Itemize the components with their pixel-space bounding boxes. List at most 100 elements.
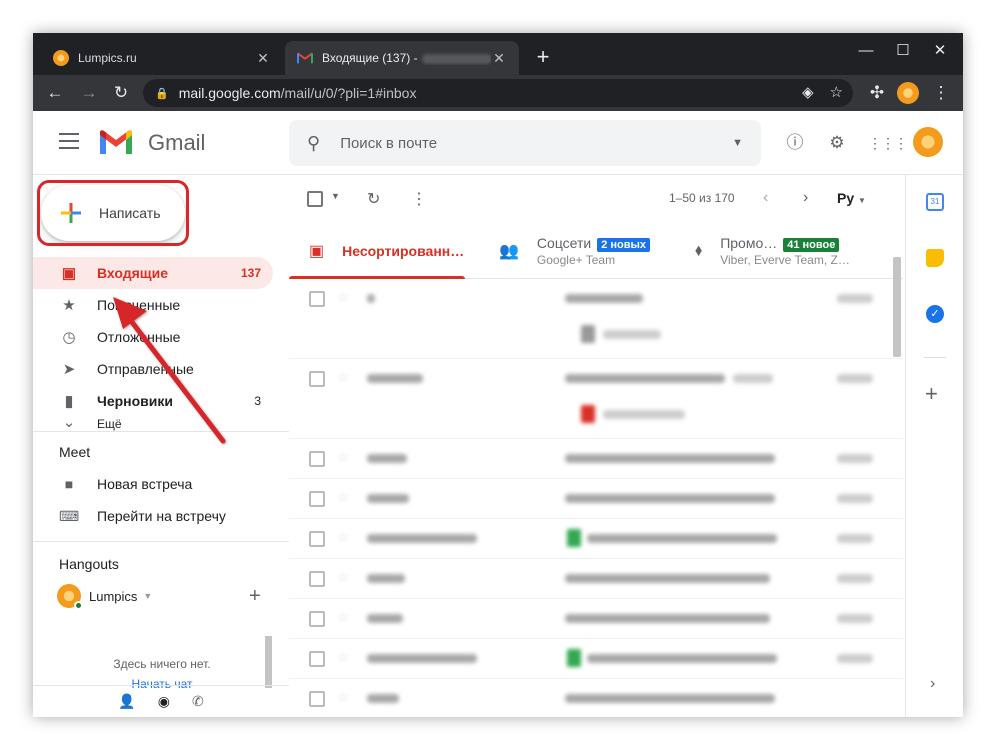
table-row[interactable]: ☆ bbox=[289, 519, 903, 559]
table-row[interactable]: ☆ bbox=[289, 639, 903, 679]
search-bar[interactable]: ⚲ Поиск в почте ▼ bbox=[289, 120, 761, 166]
video-camera-icon: ■ bbox=[64, 476, 74, 492]
empty-text: Здесь ничего нет. bbox=[113, 657, 211, 671]
close-tab-icon[interactable]: ✕ bbox=[491, 50, 507, 67]
address-bar[interactable]: 🔒 mail.google.com /mail/u/0/?pli=1#inbox… bbox=[143, 79, 853, 107]
row-checkbox[interactable] bbox=[309, 611, 325, 627]
new-count-badge: 41 новое bbox=[783, 238, 840, 252]
star-icon[interactable]: ☆ bbox=[337, 449, 350, 466]
tab-senders: Google+ Team bbox=[536, 253, 616, 267]
keep-icon[interactable] bbox=[926, 249, 944, 267]
menu-dots-icon[interactable]: ⋮ bbox=[929, 81, 953, 105]
tab-promotions[interactable]: ⬧ Промо… 41 новое Viber, Everve Team, Z… bbox=[695, 223, 850, 279]
close-tab-icon[interactable]: ✕ bbox=[255, 50, 271, 67]
star-icon[interactable]: ☆ bbox=[337, 569, 350, 586]
tab-lumpics[interactable]: Lumpics.ru ✕ bbox=[41, 41, 283, 75]
pagination-range: 1–50 из 170 bbox=[669, 191, 735, 205]
clock-icon: ◷ bbox=[62, 329, 76, 346]
apps-grid-icon[interactable]: ⋮⋮⋮ bbox=[868, 131, 908, 155]
search-options-icon[interactable]: ▼ bbox=[732, 137, 743, 149]
search-icon[interactable]: ⚲ bbox=[307, 133, 320, 154]
star-icon[interactable]: ☆ bbox=[337, 489, 350, 506]
row-checkbox[interactable] bbox=[309, 451, 325, 467]
star-icon[interactable]: ☆ bbox=[337, 649, 350, 666]
add-addon-icon[interactable]: + bbox=[925, 381, 938, 407]
tab-name: Соцсети bbox=[536, 235, 592, 251]
gmail-m-icon bbox=[100, 130, 132, 154]
table-row[interactable]: ☆ bbox=[289, 559, 903, 599]
star-icon[interactable]: ☆ bbox=[337, 529, 350, 546]
gmail-logo[interactable]: Gmail bbox=[98, 129, 205, 157]
row-checkbox[interactable] bbox=[309, 291, 325, 307]
list-scrollbar[interactable] bbox=[893, 257, 901, 357]
close-window-icon[interactable]: ✕ bbox=[925, 39, 955, 63]
tab-primary[interactable]: ▣ Несортированн… bbox=[289, 223, 465, 279]
inbox-icon: ▣ bbox=[61, 265, 77, 282]
gmail-favicon-icon bbox=[297, 52, 313, 64]
tasks-icon[interactable]: ✓ bbox=[926, 305, 944, 323]
contacts-icon[interactable]: 👤 bbox=[118, 693, 135, 710]
row-checkbox[interactable] bbox=[309, 371, 325, 387]
add-contact-icon[interactable]: + bbox=[249, 585, 261, 608]
new-meeting-item[interactable]: ■ Новая встреча bbox=[33, 468, 289, 500]
select-dropdown-icon[interactable]: ▼ bbox=[331, 191, 340, 201]
select-all-checkbox[interactable] bbox=[307, 191, 323, 207]
gmail-header: Gmail ⚲ Поиск в почте ▼ ⓘ ⚙ ⋮⋮⋮ bbox=[33, 111, 963, 175]
main-menu-icon[interactable] bbox=[59, 133, 79, 151]
input-language-label: Ру bbox=[837, 190, 855, 206]
forward-icon[interactable]: → bbox=[77, 81, 101, 105]
hangouts-user-name: Lumpics bbox=[89, 588, 138, 604]
row-checkbox[interactable] bbox=[309, 491, 325, 507]
back-icon[interactable]: ← bbox=[43, 81, 67, 105]
table-row[interactable]: ☆ bbox=[289, 279, 903, 359]
hangouts-scrollbar[interactable] bbox=[265, 636, 272, 688]
bookmark-star-icon[interactable]: ☆ bbox=[830, 83, 843, 101]
hangouts-chat-icon[interactable]: ◉ bbox=[158, 693, 170, 710]
tab-gmail[interactable]: Входящие (137) - ✕ bbox=[285, 41, 519, 75]
new-count-badge: 2 новых bbox=[597, 238, 651, 252]
url-path: /mail/u/0/?pli=1#inbox bbox=[280, 85, 417, 101]
chevron-down-icon[interactable]: ▼ bbox=[143, 591, 152, 601]
table-row[interactable]: ☆ bbox=[289, 479, 903, 519]
phone-icon[interactable]: ✆ bbox=[192, 693, 204, 710]
star-icon[interactable]: ☆ bbox=[337, 689, 350, 706]
star-icon[interactable]: ☆ bbox=[337, 609, 350, 626]
search-input[interactable]: Поиск в почте bbox=[340, 135, 732, 152]
hangouts-user[interactable]: Lumpics ▼ + bbox=[33, 580, 289, 612]
row-checkbox[interactable] bbox=[309, 531, 325, 547]
expand-panel-icon[interactable]: › bbox=[930, 675, 935, 693]
row-checkbox[interactable] bbox=[309, 651, 325, 667]
chevron-down-icon: ▼ bbox=[858, 196, 866, 205]
refresh-icon[interactable]: ↻ bbox=[367, 189, 380, 209]
help-icon[interactable]: ⓘ bbox=[783, 131, 807, 155]
lock-icon: 🔒 bbox=[155, 87, 169, 100]
input-language-button[interactable]: Ру ▼ bbox=[837, 190, 866, 206]
table-row[interactable]: ☆ bbox=[289, 359, 903, 439]
star-icon[interactable]: ☆ bbox=[337, 369, 350, 386]
join-meeting-item[interactable]: ⌨ Перейти на встречу bbox=[33, 500, 289, 532]
profile-avatar-icon[interactable] bbox=[897, 82, 919, 104]
calendar-icon[interactable]: 31 bbox=[926, 193, 944, 211]
sidebar-item-inbox[interactable]: ▣ Входящие 137 bbox=[33, 257, 273, 289]
account-avatar[interactable] bbox=[913, 127, 943, 157]
prev-page-icon[interactable]: ‹ bbox=[763, 189, 768, 207]
nav-count: 3 bbox=[254, 394, 261, 408]
next-page-icon[interactable]: › bbox=[803, 189, 808, 207]
minimize-icon[interactable]: — bbox=[851, 39, 881, 63]
star-icon[interactable]: ☆ bbox=[337, 289, 350, 306]
online-status-dot bbox=[74, 601, 83, 610]
extensions-icon[interactable]: ✣ bbox=[865, 81, 889, 105]
row-checkbox[interactable] bbox=[309, 691, 325, 707]
settings-gear-icon[interactable]: ⚙ bbox=[825, 131, 849, 155]
tab-social[interactable]: 👥 Соцсети 2 новых Google+ Team bbox=[499, 223, 651, 279]
new-tab-icon[interactable]: + bbox=[531, 46, 555, 68]
people-icon: 👥 bbox=[499, 243, 519, 260]
more-options-icon[interactable]: ⋮ bbox=[411, 189, 427, 209]
table-row[interactable]: ☆ bbox=[289, 439, 903, 479]
table-row[interactable]: ☆ bbox=[289, 599, 903, 639]
table-row[interactable]: ☆ bbox=[289, 679, 903, 717]
row-checkbox[interactable] bbox=[309, 571, 325, 587]
eye-icon[interactable]: ◈ bbox=[802, 83, 814, 101]
reload-icon[interactable]: ↻ bbox=[109, 81, 133, 105]
maximize-icon[interactable]: ☐ bbox=[888, 39, 918, 63]
